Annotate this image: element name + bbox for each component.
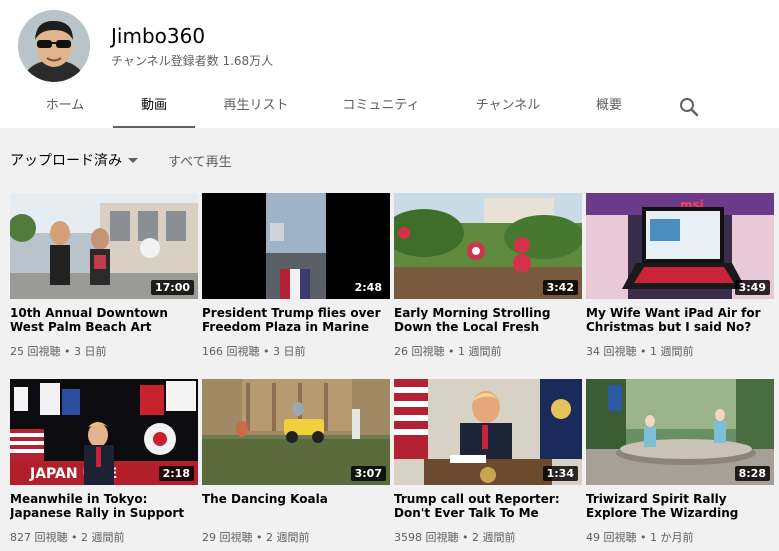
video-meta: 29 回視聴 • 2 週間前: [202, 529, 309, 545]
video-thumbnail[interactable]: JAPAN UME 2:18: [10, 379, 198, 485]
video-meta: 26 回視聴 • 1 週間前: [394, 343, 501, 359]
meta-separator: •: [458, 531, 472, 544]
meta-separator: •: [636, 531, 650, 544]
upload-age: 3 日前: [272, 345, 306, 358]
video-title[interactable]: Meanwhile in Tokyo: Japanese Rally in Su…: [10, 492, 198, 520]
view-count: 827 回視聴: [10, 531, 68, 544]
meta-separator: •: [67, 531, 81, 544]
video-duration: 3:07: [350, 466, 386, 481]
meta-separator: •: [259, 345, 273, 358]
video-duration: 17:00: [150, 280, 194, 295]
video-meta: 166 回視聴 • 3 日前: [202, 343, 305, 359]
upload-age: 3 日前: [73, 345, 107, 358]
view-count: 166 回視聴: [202, 345, 260, 358]
caret-down-icon: [128, 157, 138, 163]
video-title[interactable]: The Dancing Koala: [202, 492, 390, 506]
view-count: 26 回視聴: [394, 345, 445, 358]
video-duration: 3:49: [734, 280, 770, 295]
tab-playlists[interactable]: 再生リスト: [214, 86, 298, 128]
channel-avatar[interactable]: [18, 10, 90, 82]
upload-age: 2 週間前: [265, 531, 310, 544]
video-thumbnail[interactable]: 17:00: [10, 193, 198, 299]
view-count: 25 回視聴: [10, 345, 61, 358]
tab-about[interactable]: 概要: [588, 86, 630, 128]
video-thumbnail[interactable]: msi 3:49: [586, 193, 774, 299]
upload-age: 2 週間前: [80, 531, 125, 544]
channel-name: Jimbo360: [111, 24, 206, 48]
video-thumbnail[interactable]: 8:28: [586, 379, 774, 485]
subscriber-count: チャンネル登録者数 1.68万人: [111, 54, 274, 68]
video-title[interactable]: My Wife Want iPad Air for Christmas but …: [586, 306, 774, 334]
meta-separator: •: [252, 531, 266, 544]
video-meta: 49 回視聴 • 1 か月前: [586, 529, 693, 545]
video-thumbnail[interactable]: 3:42: [394, 193, 582, 299]
meta-separator: •: [60, 345, 74, 358]
play-all-button[interactable]: すべて再生: [168, 151, 232, 170]
video-duration: 8:28: [734, 466, 770, 481]
video-title[interactable]: Early Morning Strolling Down the Local F…: [394, 306, 582, 334]
tab-videos[interactable]: 動画: [113, 86, 195, 128]
video-meta: 34 回視聴 • 1 週間前: [586, 343, 693, 359]
video-thumbnail[interactable]: 3:07: [202, 379, 390, 485]
tab-home[interactable]: ホーム: [30, 86, 100, 128]
channel-header: Jimbo360 チャンネル登録者数 1.68万人 ホーム 動画 再生リスト コ…: [0, 0, 779, 128]
tab-channels[interactable]: チャンネル: [466, 86, 550, 128]
meta-separator: •: [636, 345, 650, 358]
video-duration: 2:18: [158, 466, 194, 481]
video-title[interactable]: President Trump flies over Freedom Plaza…: [202, 306, 390, 334]
meta-separator: •: [444, 345, 458, 358]
video-meta: 3598 回視聴 • 2 週間前: [394, 529, 515, 545]
tab-community[interactable]: コミュニティ: [333, 86, 429, 128]
video-meta: 25 回視聴 • 3 日前: [10, 343, 106, 359]
sort-dropdown[interactable]: アップロード済み: [10, 150, 138, 170]
avatar-image: [18, 10, 90, 82]
video-thumbnail[interactable]: 2:48: [202, 193, 390, 299]
channel-tabs: ホーム 動画 再生リスト コミュニティ チャンネル 概要: [0, 86, 779, 128]
sort-label: アップロード済み: [10, 153, 122, 169]
video-duration: 2:48: [350, 280, 386, 295]
view-count: 29 回視聴: [202, 531, 253, 544]
upload-age: 1 週間前: [457, 345, 502, 358]
search-icon[interactable]: [678, 96, 700, 118]
view-count: 3598 回視聴: [394, 531, 459, 544]
view-count: 34 回視聴: [586, 345, 637, 358]
video-title[interactable]: Trump call out Reporter: Don't Ever Talk…: [394, 492, 582, 520]
video-thumbnail[interactable]: 1:34: [394, 379, 582, 485]
video-title[interactable]: 10th Annual Downtown West Palm Beach Art…: [10, 306, 198, 334]
video-duration: 3:42: [542, 280, 578, 295]
video-duration: 1:34: [542, 466, 578, 481]
upload-age: 2 週間前: [471, 531, 516, 544]
video-meta: 827 回視聴 • 2 週間前: [10, 529, 124, 545]
view-count: 49 回視聴: [586, 531, 637, 544]
upload-age: 1 か月前: [649, 531, 694, 544]
upload-age: 1 週間前: [649, 345, 694, 358]
video-title[interactable]: Triwizard Spirit Rally Explore The Wizar…: [586, 492, 774, 520]
